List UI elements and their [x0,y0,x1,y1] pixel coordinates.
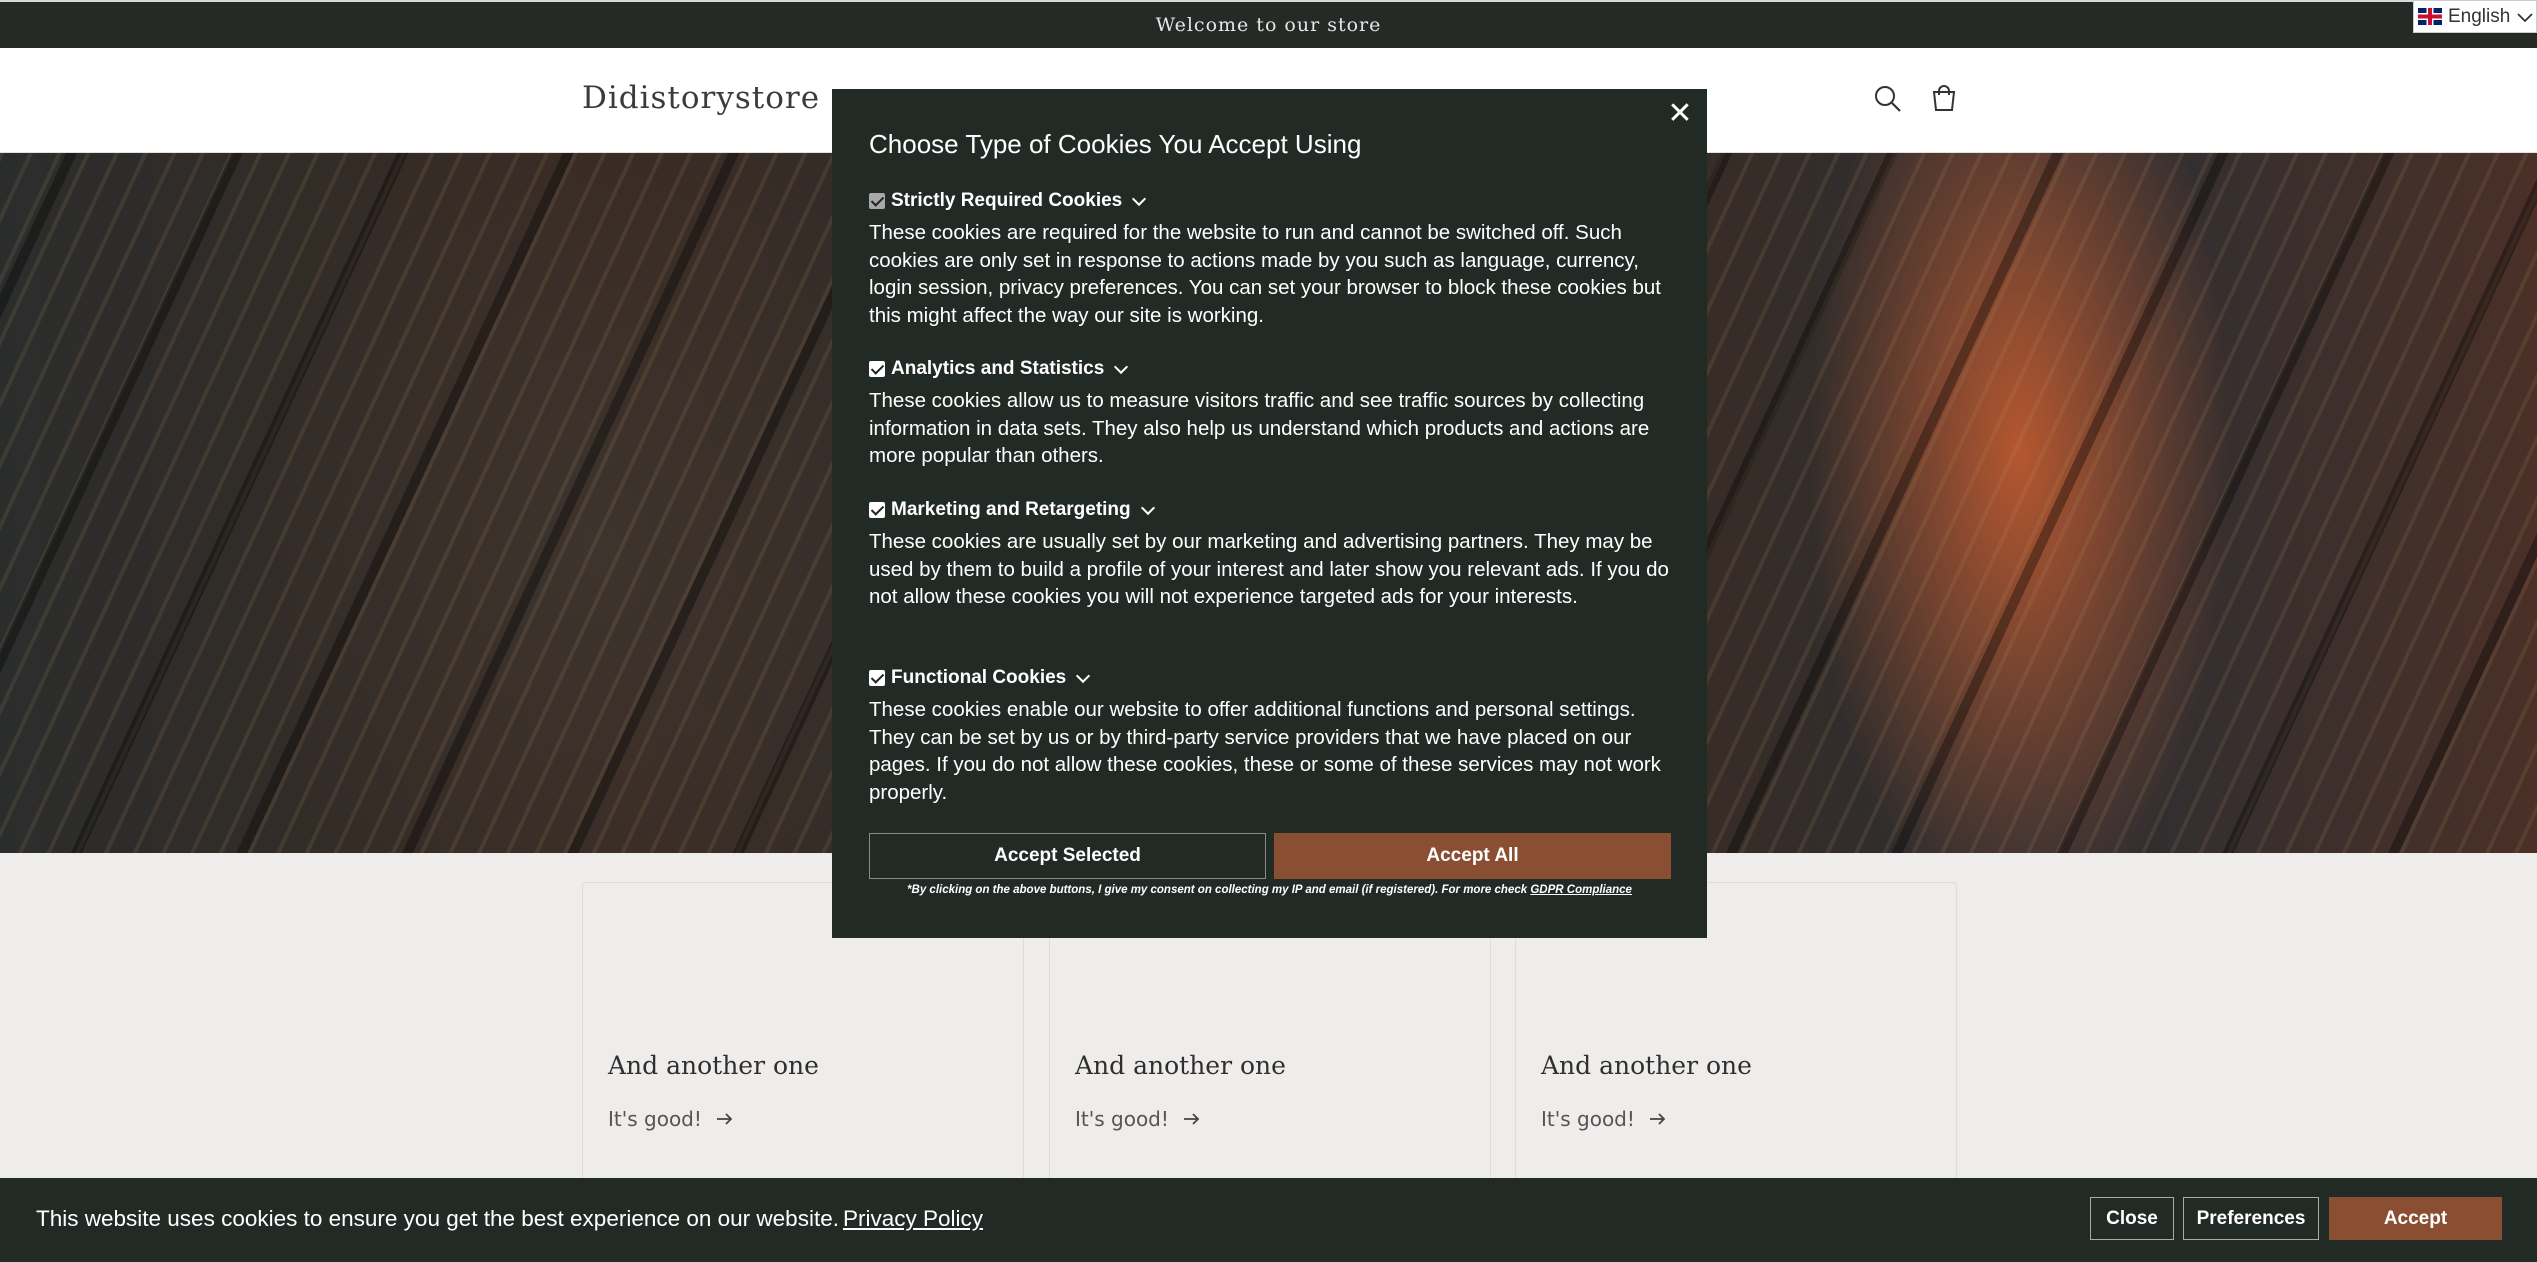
close-button[interactable]: Close [2090,1197,2174,1240]
consent-note: *By clicking on the above buttons, I giv… [832,884,1707,896]
marketing-checkbox[interactable] [869,502,885,518]
cookie-banner: This website uses cookies to ensure you … [0,1178,2537,1262]
section-description: These cookies are required for the websi… [869,221,1661,327]
cookie-banner-message: This website uses cookies to ensure you … [36,1206,983,1232]
accept-selected-button[interactable]: Accept Selected [869,833,1266,879]
strict-cookies-checkbox [869,193,885,209]
card-title: And another one [1075,1051,1286,1080]
analytics-checkbox[interactable] [869,361,885,377]
cookie-section-functional: Functional Cookies These cookies enable … [869,666,1674,806]
language-selector[interactable]: English [2413,0,2537,33]
chevron-down-icon[interactable] [1140,500,1155,515]
announcement-bar: Welcome to our store [0,0,2537,48]
section-description: These cookies allow us to measure visito… [869,389,1650,467]
cookie-section-analytics: Analytics and Statistics These cookies a… [869,357,1674,470]
privacy-policy-link[interactable]: Privacy Policy [843,1206,983,1231]
card-link-label: It's good! [1541,1107,1635,1131]
preferences-button[interactable]: Preferences [2183,1197,2319,1240]
section-description: These cookies are usually set by our mar… [869,530,1669,608]
functional-checkbox[interactable] [869,670,885,686]
accept-all-button[interactable]: Accept All [1274,833,1671,879]
section-header[interactable]: Analytics and Statistics [869,357,1674,381]
language-label: English [2448,5,2511,27]
cookie-preferences-modal: ✕ Choose Type of Cookies You Accept Usin… [832,89,1707,938]
chevron-down-icon[interactable] [1132,191,1147,206]
modal-title: Choose Type of Cookies You Accept Using [869,129,1362,159]
section-label: Strictly Required Cookies [891,190,1123,211]
section-header[interactable]: Strictly Required Cookies [869,189,1674,213]
uk-flag-icon [2418,8,2442,25]
card-title: And another one [608,1051,819,1080]
cart-icon[interactable] [1927,82,1961,116]
arrow-right-icon [1649,1113,1666,1125]
chevron-down-icon[interactable] [1114,359,1129,374]
announcement-text: Welcome to our store [1155,14,1382,36]
section-header[interactable]: Functional Cookies [869,666,1674,690]
cookie-section-marketing: Marketing and Retargeting These cookies … [869,498,1674,611]
chevron-down-icon[interactable] [1076,668,1091,683]
chevron-down-icon [2517,12,2533,22]
store-logo[interactable]: Didistorystore [582,80,820,116]
arrow-right-icon [716,1113,733,1125]
cookie-section-strict: Strictly Required Cookies These cookies … [869,189,1674,329]
card-link[interactable]: It's good! [608,1107,734,1131]
section-description: These cookies enable our website to offe… [869,698,1661,804]
card-title: And another one [1541,1051,1752,1080]
close-icon[interactable]: ✕ [1665,99,1695,129]
section-label: Analytics and Statistics [891,358,1105,379]
card-link[interactable]: It's good! [1075,1107,1201,1131]
section-label: Functional Cookies [891,667,1067,688]
card-link[interactable]: It's good! [1541,1107,1667,1131]
gdpr-compliance-link[interactable]: GDPR Compliance [1530,884,1632,896]
accept-button[interactable]: Accept [2329,1197,2502,1240]
card-link-label: It's good! [1075,1107,1169,1131]
cookie-banner-text: This website uses cookies to ensure you … [36,1206,839,1231]
card-link-label: It's good! [608,1107,702,1131]
section-header[interactable]: Marketing and Retargeting [869,498,1674,522]
arrow-right-icon [1183,1113,1200,1125]
consent-text: *By clicking on the above buttons, I giv… [907,884,1528,896]
search-icon[interactable] [1871,82,1905,116]
section-label: Marketing and Retargeting [891,499,1131,520]
